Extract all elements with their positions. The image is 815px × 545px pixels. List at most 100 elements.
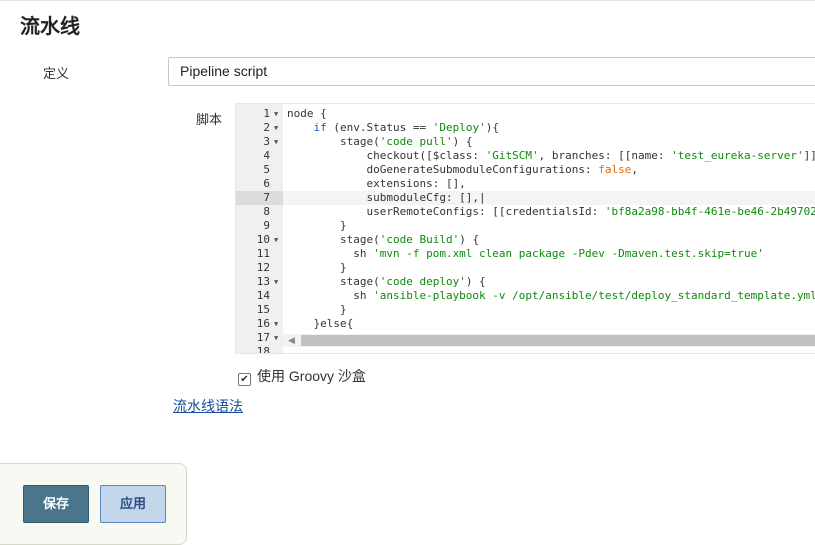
editor-horizontal-scrollbar[interactable]: ◀ [283,334,815,347]
code-line[interactable]: 7 submoduleCfg: [],| [236,191,815,205]
code-token: } [287,219,347,232]
line-number: 18 [256,345,270,354]
code-token: ]], [803,149,815,162]
code-line[interactable]: 3 ▼ stage('code pull') { [236,135,815,149]
code-text: userRemoteConfigs: [[credentialsId: 'bf8… [283,205,815,219]
fold-arrow-icon[interactable]: ▼ [274,107,278,121]
top-border [0,0,815,1]
fold-arrow-icon[interactable]: ▼ [274,331,278,345]
code-token: sh [287,289,374,302]
line-number: 12 [256,261,270,274]
fold-arrow-icon[interactable]: ▼ [274,121,278,135]
code-line[interactable]: 2 ▼ if (env.Status == 'Deploy'){ [236,121,815,135]
editor-code-area[interactable]: 1 ▼ node {2 ▼ if (env.Status == 'Deploy'){3… [236,107,815,354]
code-text: sh 'ansible-playbook -v /opt/ansible/tes… [283,289,815,303]
code-line[interactable]: 8 userRemoteConfigs: [[credentialsId: 'b… [236,205,815,219]
code-line[interactable]: 5 doGenerateSubmoduleConfigurations: fal… [236,163,815,177]
code-line[interactable]: 14 sh 'ansible-playbook -v /opt/ansible/… [236,289,815,303]
code-line[interactable]: 9 } [236,219,815,233]
code-text: extensions: [], [283,177,815,191]
code-token: false [598,163,632,176]
code-token: }else{ [287,317,354,330]
gutter-cell: 16 ▼ [236,317,283,331]
code-text: stage('code Build') { [283,233,815,247]
groovy-sandbox-checkbox[interactable]: ✔ [238,373,251,386]
code-token: 'bf8a2a98-bb4f-461e-be46-2b49702d [604,205,815,218]
code-text: if (env.Status == 'Deploy'){ [283,121,815,135]
code-token: 'GitSCM' [485,149,539,162]
definition-select[interactable]: Pipeline script [168,57,815,86]
line-number: 15 [256,303,270,316]
code-token: ) { [452,135,473,148]
code-text: } [283,261,815,275]
code-line[interactable]: 10 ▼ stage('code Build') { [236,233,815,247]
gutter-cell: 12 [236,261,283,275]
line-number: 4 [263,149,270,162]
line-number: 7 [263,191,270,204]
gutter-cell: 3 ▼ [236,135,283,149]
groovy-sandbox-row[interactable]: ✔ 使用 Groovy 沙盒 [238,366,366,386]
code-token: } [287,303,347,316]
fold-arrow-icon[interactable]: ▼ [274,317,278,331]
gutter-cell: 14 [236,289,283,303]
scrollbar-thumb[interactable] [301,335,815,346]
gutter-cell: 15 [236,303,283,317]
script-editor[interactable]: 1 ▼ node {2 ▼ if (env.Status == 'Deploy'){3… [235,103,815,354]
code-token: stage( [287,233,380,246]
line-number: 10 [256,233,270,246]
code-line[interactable]: 13 ▼ stage('code deploy') { [236,275,815,289]
code-token: stage( [287,135,380,148]
pipeline-syntax-link[interactable]: 流水线语法 [173,396,243,416]
gutter-cell: 6 [236,177,283,191]
code-text: sh 'mvn -f pom.xml clean package -Pdev -… [283,247,815,261]
line-number: 6 [263,177,270,190]
code-line[interactable]: 16 ▼ }else{ [236,317,815,331]
gutter-cell: 1 ▼ [236,107,283,121]
code-token: 'Deploy' [432,121,486,134]
code-line[interactable]: 11 sh 'mvn -f pom.xml clean package -Pde… [236,247,815,261]
apply-button[interactable]: 应用 [100,485,166,523]
code-text: }else{ [283,317,815,331]
groovy-sandbox-label: 使用 Groovy 沙盒 [257,368,366,384]
line-number: 1 [263,107,270,120]
code-token: 'code deploy' [379,275,466,288]
code-token: if [313,121,327,134]
fold-arrow-icon[interactable]: ▼ [274,135,278,149]
code-text: stage('code pull') { [283,135,815,149]
code-token: submoduleCfg: [],| [287,191,486,204]
code-token: ) { [465,275,486,288]
code-line[interactable]: 1 ▼ node { [236,107,815,121]
line-number: 9 [263,219,270,232]
save-button[interactable]: 保存 [23,485,89,523]
code-line[interactable]: 6 extensions: [], [236,177,815,191]
code-text: submoduleCfg: [],| [283,191,815,205]
fold-arrow-icon[interactable]: ▼ [274,275,278,289]
code-token: stage( [287,275,380,288]
code-line[interactable]: 15 } [236,303,815,317]
line-number: 16 [256,317,270,330]
gutter-cell: 11 [236,247,283,261]
line-number: 2 [263,121,270,134]
line-number: 11 [256,247,270,260]
section-title: 流水线 [20,16,80,38]
script-label: 脚本 [196,112,223,127]
line-number: 3 [263,135,270,148]
code-token: ) { [459,233,480,246]
gutter-cell: 5 [236,163,283,177]
code-line[interactable]: 12 } [236,261,815,275]
code-text: node { [283,107,815,121]
line-number: 13 [256,275,270,288]
line-number: 8 [263,205,270,218]
code-token: doGenerateSubmoduleConfigurations: [287,163,599,176]
definition-select-value: Pipeline script [180,63,268,79]
code-token: extensions: [], [287,177,466,190]
code-line[interactable]: 4 checkout([$class: 'GitSCM', branches: … [236,149,815,163]
code-token: 'code Build' [379,233,460,246]
definition-label: 定义 [43,66,70,81]
scroll-left-arrow-icon[interactable]: ◀ [288,335,295,346]
fold-arrow-icon[interactable]: ▼ [274,233,278,247]
code-token: sh [287,247,374,260]
line-number: 5 [263,163,270,176]
code-token: 'code pull' [379,135,453,148]
